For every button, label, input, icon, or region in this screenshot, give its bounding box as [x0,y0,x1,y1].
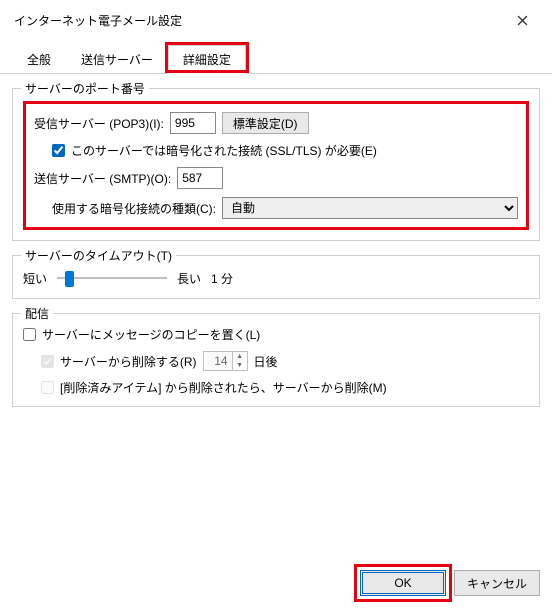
remove-after-checkbox [41,355,54,368]
smtp-port-input[interactable] [177,167,223,189]
tab-general[interactable]: 全般 [12,45,66,74]
encryption-select[interactable]: 自動 [222,197,518,219]
tab-outgoing[interactable]: 送信サーバー [66,45,168,74]
pop3-port-input[interactable] [170,112,216,134]
ssl-checkbox[interactable] [52,144,65,157]
remove-after-days-spinner: ▲ ▼ [203,351,248,371]
group-delivery-title: 配信 [21,305,53,322]
timeout-long-label: 長い [177,270,201,287]
remove-deleted-checkbox [41,381,54,394]
group-timeout-title: サーバーのタイムアウト(T) [21,247,176,264]
encryption-label: 使用する暗号化接続の種類(C): [52,200,216,217]
server-ports-highlight: 受信サーバー (POP3)(I): 標準設定(D) このサーバーでは暗号化された… [23,101,529,230]
group-timeout: サーバーのタイムアウト(T) 短い 長い 1 分 [12,255,540,299]
remove-deleted-label: [削除済みアイテム] から削除されたら、サーバーから削除(M) [60,379,387,396]
tab-bar: 全般 送信サーバー 詳細設定 [0,44,552,74]
slider-thumb[interactable] [65,271,74,287]
ok-button[interactable]: OK [360,570,446,596]
group-delivery: 配信 サーバーにメッセージのコピーを置く(L) サーバーから削除する(R) ▲ … [12,313,540,407]
close-button[interactable] [502,8,542,32]
timeout-value: 1 分 [211,270,233,287]
cancel-button[interactable]: キャンセル [454,570,540,596]
timeout-slider[interactable] [57,268,167,288]
leave-copy-checkbox[interactable] [23,328,36,341]
window-title: インターネット電子メール設定 [14,12,182,29]
close-icon [517,15,528,26]
defaults-button[interactable]: 標準設定(D) [222,112,309,134]
ssl-checkbox-label: このサーバーでは暗号化された接続 (SSL/TLS) が必要(E) [71,142,377,159]
spinner-up-icon: ▲ [233,352,247,361]
group-server-ports-title: サーバーのポート番号 [21,80,149,97]
leave-copy-label: サーバーにメッセージのコピーを置く(L) [42,326,260,343]
group-server-ports: サーバーのポート番号 受信サーバー (POP3)(I): 標準設定(D) このサ… [12,88,540,241]
tab-advanced[interactable]: 詳細設定 [168,45,246,74]
ok-highlight: OK [360,570,446,596]
spinner-down-icon: ▼ [233,361,247,370]
pop3-label: 受信サーバー (POP3)(I): [34,115,164,132]
smtp-label: 送信サーバー (SMTP)(O): [34,170,171,187]
remove-after-label: サーバーから削除する(R) [60,353,197,370]
days-suffix: 日後 [254,353,278,370]
timeout-short-label: 短い [23,270,47,287]
remove-after-days-input [204,352,232,370]
